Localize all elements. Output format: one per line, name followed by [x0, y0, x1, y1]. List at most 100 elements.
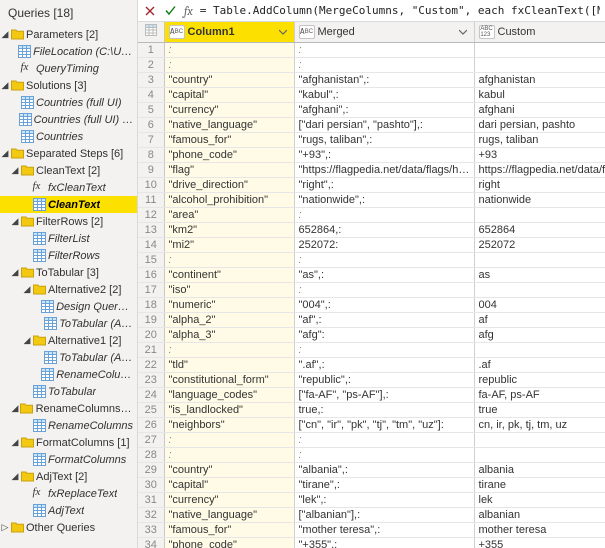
cell[interactable]: "km2" [164, 222, 294, 237]
cell[interactable]: "phone_code" [164, 537, 294, 548]
expand-arrow-icon[interactable]: ◢ [0, 80, 10, 91]
row-number[interactable]: 12 [138, 207, 164, 222]
cell[interactable]: "albania",: [294, 462, 474, 477]
table-row[interactable]: 7"famous_for""rugs, taliban",:rugs, tali… [138, 132, 605, 147]
cell[interactable]: dari persian, pashto [474, 117, 605, 132]
expand-arrow-icon[interactable]: ◢ [10, 165, 20, 176]
cell[interactable] [474, 282, 605, 297]
cell[interactable]: "af",: [294, 312, 474, 327]
cell[interactable]: : [294, 432, 474, 447]
table-row[interactable]: 26"neighbors"["cn", "ir", "pk", "tj", "t… [138, 417, 605, 432]
cell[interactable]: : [164, 432, 294, 447]
cell[interactable]: : [294, 252, 474, 267]
table-row[interactable]: 15:: [138, 252, 605, 267]
cell[interactable]: : [294, 42, 474, 57]
query-item[interactable]: RenameColumns (A... [0, 366, 137, 383]
cell[interactable]: fa-AF, ps-AF [474, 387, 605, 402]
cell[interactable]: 652864,: [294, 222, 474, 237]
query-item[interactable]: AdjText [0, 502, 137, 519]
cell[interactable]: "currency" [164, 102, 294, 117]
query-item[interactable]: FilterList [0, 230, 137, 247]
cell[interactable]: "alcohol_prohibition" [164, 192, 294, 207]
cell[interactable]: "+355",: [294, 537, 474, 548]
cell[interactable]: "as",: [294, 267, 474, 282]
column-header[interactable]: ABC123Custom [474, 22, 605, 42]
cell[interactable]: "alpha_3" [164, 327, 294, 342]
table-row[interactable]: 22"tld"".af",:.af [138, 357, 605, 372]
cell[interactable]: "capital" [164, 87, 294, 102]
cell[interactable]: "native_language" [164, 507, 294, 522]
cell[interactable]: "mother teresa",: [294, 522, 474, 537]
query-folder[interactable]: ▷Other Queries [0, 519, 137, 536]
expand-arrow-icon[interactable]: ◢ [22, 284, 32, 295]
table-row[interactable]: 4"capital""kabul",:kabul [138, 87, 605, 102]
expand-arrow-icon[interactable]: ◢ [22, 335, 32, 346]
cell[interactable]: "alpha_2" [164, 312, 294, 327]
row-number[interactable]: 8 [138, 147, 164, 162]
row-number[interactable]: 18 [138, 297, 164, 312]
query-item[interactable]: Countries [0, 128, 137, 145]
table-row[interactable]: 13"km2"652864,:652864 [138, 222, 605, 237]
cell[interactable]: "country" [164, 72, 294, 87]
cell[interactable]: ["cn", "ir", "pk", "tj", "tm", "uz"]: [294, 417, 474, 432]
cell[interactable]: afghanistan [474, 72, 605, 87]
table-row[interactable]: 31"currency""lek",:lek [138, 492, 605, 507]
expand-arrow-icon[interactable]: ◢ [0, 29, 10, 40]
cell[interactable]: rugs, taliban [474, 132, 605, 147]
cell[interactable]: true [474, 402, 605, 417]
row-number[interactable]: 4 [138, 87, 164, 102]
query-item[interactable]: FilterRows [0, 247, 137, 264]
row-number[interactable]: 32 [138, 507, 164, 522]
query-item[interactable]: FileLocation (C:\Users\I... [0, 43, 137, 60]
expand-arrow-icon[interactable]: ◢ [10, 403, 20, 414]
cell[interactable]: : [294, 57, 474, 72]
table-row[interactable]: 32"native_language"["albanian"],:albania… [138, 507, 605, 522]
query-item[interactable]: CleanText [0, 196, 137, 213]
cell[interactable]: as [474, 267, 605, 282]
table-row[interactable]: 16"continent""as",:as [138, 267, 605, 282]
cell[interactable]: : [294, 447, 474, 462]
row-number[interactable]: 2 [138, 57, 164, 72]
query-folder[interactable]: ◢FormatColumns [1] [0, 434, 137, 451]
expand-arrow-icon[interactable]: ◢ [10, 267, 20, 278]
query-folder[interactable]: ◢CleanText [2] [0, 162, 137, 179]
table-row[interactable]: 6"native_language"["dari persian", "pash… [138, 117, 605, 132]
row-number[interactable]: 10 [138, 177, 164, 192]
row-number[interactable]: 17 [138, 282, 164, 297]
row-number[interactable]: 27 [138, 432, 164, 447]
cell[interactable]: afg [474, 327, 605, 342]
row-number[interactable]: 6 [138, 117, 164, 132]
row-number[interactable]: 20 [138, 327, 164, 342]
cell[interactable]: 652864 [474, 222, 605, 237]
cell[interactable]: : [294, 282, 474, 297]
row-number[interactable]: 16 [138, 267, 164, 282]
query-folder[interactable]: ◢AdjText [2] [0, 468, 137, 485]
row-number[interactable]: 7 [138, 132, 164, 147]
table-row[interactable]: 14"mi2"252072:252072 [138, 237, 605, 252]
row-number[interactable]: 33 [138, 522, 164, 537]
cell[interactable]: ["albanian"],: [294, 507, 474, 522]
cell[interactable] [474, 432, 605, 447]
cell[interactable]: .af [474, 357, 605, 372]
row-number[interactable]: 11 [138, 192, 164, 207]
row-number[interactable]: 34 [138, 537, 164, 548]
row-number[interactable]: 9 [138, 162, 164, 177]
cell[interactable]: 252072: [294, 237, 474, 252]
column-header[interactable]: ABCColumn1 [164, 22, 294, 42]
cell[interactable]: "language_codes" [164, 387, 294, 402]
cell[interactable] [474, 57, 605, 72]
cell[interactable]: true,: [294, 402, 474, 417]
row-number[interactable]: 21 [138, 342, 164, 357]
formula-input[interactable] [197, 2, 603, 20]
cell[interactable]: albania [474, 462, 605, 477]
cell[interactable]: "004",: [294, 297, 474, 312]
table-row[interactable]: 23"constitutional_form""republic",:repub… [138, 372, 605, 387]
cell[interactable]: +355 [474, 537, 605, 548]
cell[interactable]: cn, ir, pk, tj, tm, uz [474, 417, 605, 432]
cell[interactable]: "rugs, taliban",: [294, 132, 474, 147]
row-number[interactable]: 26 [138, 417, 164, 432]
row-number[interactable]: 14 [138, 237, 164, 252]
cell[interactable]: "afg": [294, 327, 474, 342]
table-row[interactable]: 17"iso": [138, 282, 605, 297]
cell[interactable]: "famous_for" [164, 132, 294, 147]
